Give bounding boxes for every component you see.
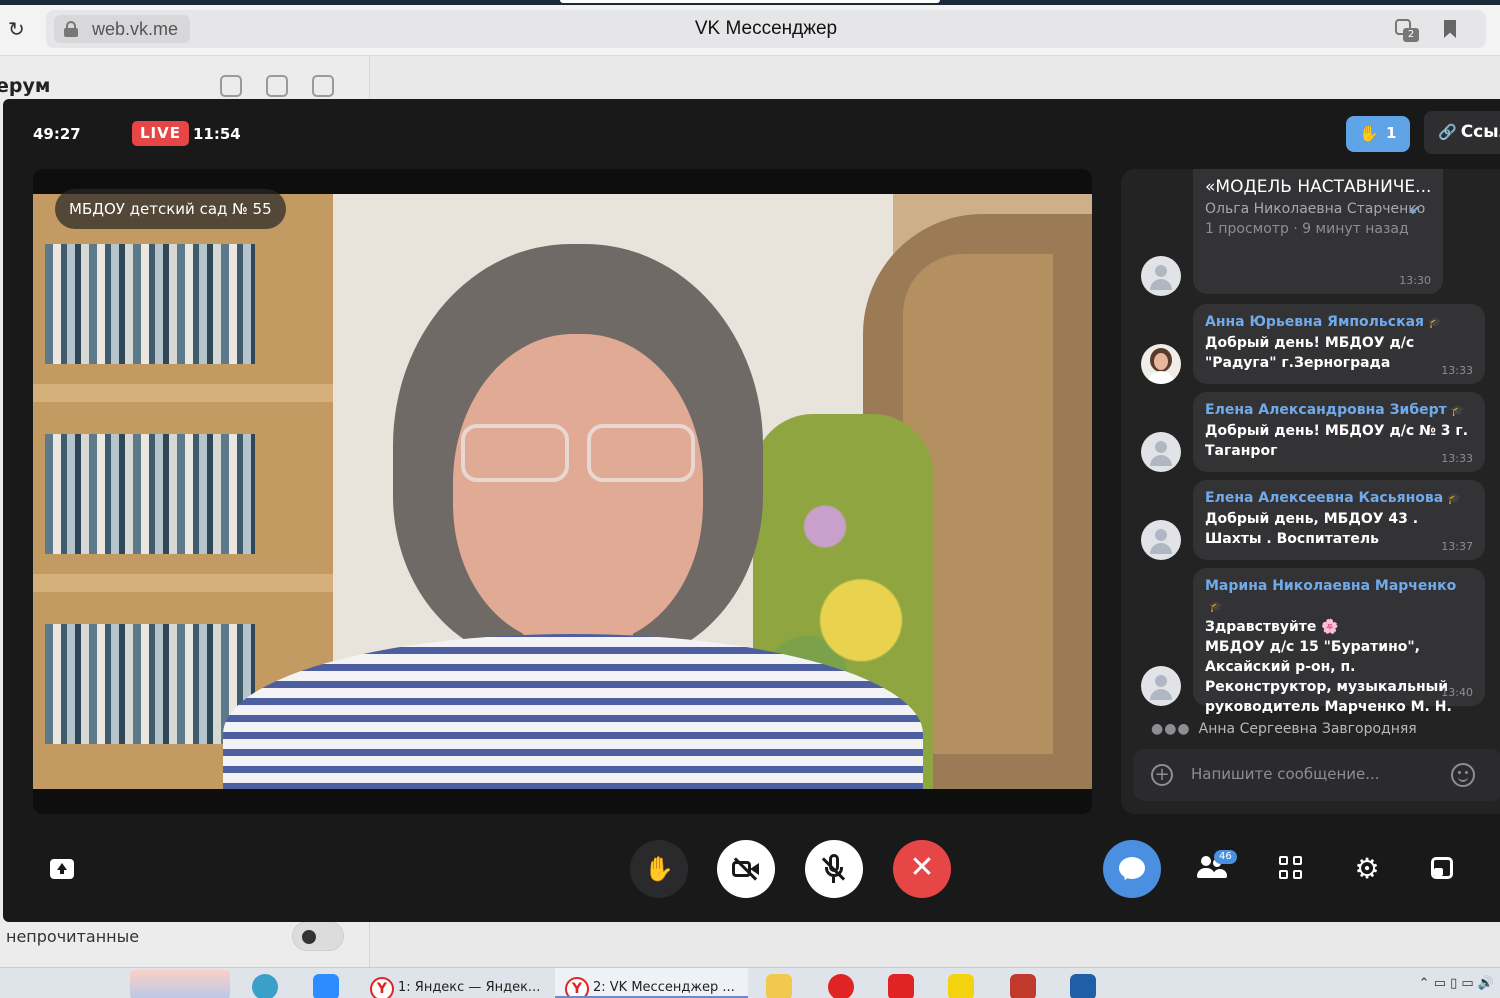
emoji-icon[interactable] xyxy=(1451,763,1475,787)
message-time: 13:40 xyxy=(1441,686,1473,699)
avatar[interactable] xyxy=(1141,256,1181,296)
tab-count: 2 xyxy=(1403,28,1419,42)
message-author[interactable]: Марина Николаевна Марченко🎓 xyxy=(1205,576,1473,617)
zoom-icon[interactable] xyxy=(313,974,339,998)
message-text: Добрый день! МБДОУ д/с "Радуга" г.Зерног… xyxy=(1205,335,1415,371)
speaker-name-chip: МБДОУ детский сад № 55 xyxy=(55,189,286,229)
graduation-cap-icon: 🎓 xyxy=(1447,492,1461,505)
message-time: 13:33 xyxy=(1441,452,1473,465)
archive-icon[interactable] xyxy=(266,75,288,97)
copy-link-button[interactable]: 🔗Ссылка xyxy=(1424,111,1500,154)
hand-icon: ✋ xyxy=(1359,124,1379,143)
checkmark-icon: ✔ xyxy=(1409,203,1421,219)
message-bubble[interactable]: Марина Николаевна Марченко🎓 Здравствуйте… xyxy=(1193,568,1485,715)
yandex-browser-icon: Y xyxy=(370,977,394,998)
unread-filter-label: непрочитанные xyxy=(6,927,140,946)
reload-icon[interactable]: ↻ xyxy=(8,18,30,40)
live-time: 11:54 xyxy=(193,125,241,143)
windows-taskbar: Y 1: Яндекс — Яндек... Y 2: VK Мессенджер … xyxy=(0,967,1500,998)
avatar[interactable] xyxy=(1141,666,1181,706)
message-author[interactable]: Елена Александровна Зиберт 🎓 xyxy=(1205,400,1473,421)
message-bubble[interactable]: Анна Юрьевна Ямпольская 🎓 Добрый день! МБ… xyxy=(1193,304,1485,384)
system-tray[interactable]: ⌃ ▭ ▯ ▭ 🔊 xyxy=(1419,976,1494,991)
graduation-cap-icon: 🎓 xyxy=(1450,404,1465,417)
message-time: 13:37 xyxy=(1441,540,1473,553)
raised-hands-button[interactable]: ✋ 1 xyxy=(1346,116,1410,152)
yandex-browser-icon: Y xyxy=(565,977,589,996)
message-text: Добрый день, МБДОУ 43 . Шахты . Воспитат… xyxy=(1205,511,1419,547)
message-time: 13:30 xyxy=(1399,274,1431,287)
copy-link-label: Ссылка xyxy=(1460,122,1500,142)
attach-plus-icon[interactable]: + xyxy=(1151,764,1173,786)
post-meta: 1 просмотр · 9 минут назад xyxy=(1205,221,1409,237)
call-duration: 49:27 xyxy=(33,125,81,143)
taskbar-item-yandex[interactable]: Y 1: Яндекс — Яндек... xyxy=(360,968,550,998)
graduation-cap-icon: 🎓 xyxy=(1428,316,1442,329)
call-icon[interactable] xyxy=(220,75,242,97)
camera-toggle-button[interactable] xyxy=(717,840,775,898)
tabs-icon[interactable]: 2 xyxy=(1392,16,1419,42)
avatar[interactable] xyxy=(1141,344,1181,384)
security-icon[interactable] xyxy=(1070,974,1096,998)
end-call-button[interactable]: ✕ xyxy=(893,840,951,898)
edge-icon[interactable] xyxy=(252,974,278,998)
hand-icon: ✋ xyxy=(644,855,674,883)
address-bar[interactable]: web.vk.me VK Мессенджер 2 xyxy=(46,10,1486,48)
recorder-icon[interactable] xyxy=(1010,974,1036,998)
message-bubble[interactable]: Елена Алексеевна Касьянова 🎓 Добрый день,… xyxy=(1193,480,1485,560)
message-author[interactable]: Анна Юрьевна Ямпольская 🎓 xyxy=(1205,312,1473,333)
active-tab-indicator xyxy=(560,0,940,3)
browser-toolbar: ↻ web.vk.me VK Мессенджер 2 xyxy=(0,0,1500,56)
page-title: VK Мессенджер xyxy=(694,18,838,39)
message-text: Добрый день! МБДОУ д/с № 3 г. Таганрог xyxy=(1205,423,1469,459)
avatar[interactable] xyxy=(1141,520,1181,560)
live-badge: LIVE xyxy=(132,121,189,146)
folder-icon[interactable] xyxy=(766,974,792,998)
microphone-toggle-button[interactable] xyxy=(805,840,863,898)
app-icon[interactable] xyxy=(948,974,974,998)
chat-bubble-icon xyxy=(1119,857,1145,879)
post-author: Ольга Николаевна Старченко ✔ xyxy=(1205,201,1426,219)
post-title: «МОДЕЛЬ НАСТАВНИЧЕ... xyxy=(1205,177,1431,197)
unread-toggle[interactable] xyxy=(292,921,344,951)
participants-count-badge: 46 xyxy=(1214,850,1237,864)
message-composer[interactable]: + Напишите сообщение... xyxy=(1133,749,1500,801)
grid-layout-button[interactable] xyxy=(1277,854,1307,884)
graduation-cap-icon: 🎓 xyxy=(1209,600,1223,613)
link-icon: 🔗 xyxy=(1438,123,1457,141)
raised-hands-count: 1 xyxy=(1386,124,1397,142)
message-input[interactable]: Напишите сообщение... xyxy=(1191,765,1380,783)
raise-hand-button[interactable]: ✋ xyxy=(630,840,688,898)
avatar[interactable] xyxy=(1141,432,1181,472)
sidebar-title: ерум xyxy=(0,75,51,97)
typing-dots-icon: ●●● xyxy=(1151,721,1191,737)
message-author[interactable]: Елена Алексеевна Касьянова 🎓 xyxy=(1205,488,1473,509)
weather-widget[interactable] xyxy=(130,970,230,998)
video-call-window: 49:27 LIVE 11:54 ✋ 1 🔗Ссылка xyxy=(3,99,1500,922)
message-text: Здравствуйте 🌸 МБДОУ д/с 15 "Буратино", … xyxy=(1205,619,1452,715)
settings-gear-icon[interactable]: ⚙ xyxy=(1352,854,1382,884)
picture-in-picture-button[interactable] xyxy=(1429,854,1459,884)
compose-icon[interactable] xyxy=(312,75,334,97)
opera-icon[interactable] xyxy=(828,974,854,998)
yandex-icon[interactable] xyxy=(888,974,914,998)
screen-share-icon[interactable] xyxy=(50,859,74,879)
message-bubble[interactable]: Елена Александровна Зиберт 🎓 Добрый день!… xyxy=(1193,392,1485,472)
video-frame xyxy=(33,194,1092,789)
taskbar-item-vk[interactable]: Y 2: VK Мессенджер ... xyxy=(555,968,748,998)
close-icon: ✕ xyxy=(909,850,935,885)
post-bubble[interactable]: «МОДЕЛЬ НАСТАВНИЧЕ... Ольга Николаевна С… xyxy=(1193,169,1443,294)
sidebar-actions xyxy=(220,75,358,101)
typing-indicator: ●●● Анна Сергеевна Завгородняя xyxy=(1151,721,1417,737)
call-chat-panel: «МОДЕЛЬ НАСТАВНИЧЕ... Ольга Николаевна С… xyxy=(1121,169,1500,814)
chat-toggle-button[interactable] xyxy=(1103,840,1161,898)
speaker-person xyxy=(223,234,923,789)
message-time: 13:33 xyxy=(1441,364,1473,377)
speaker-video[interactable]: МБДОУ детский сад № 55 xyxy=(33,169,1092,814)
